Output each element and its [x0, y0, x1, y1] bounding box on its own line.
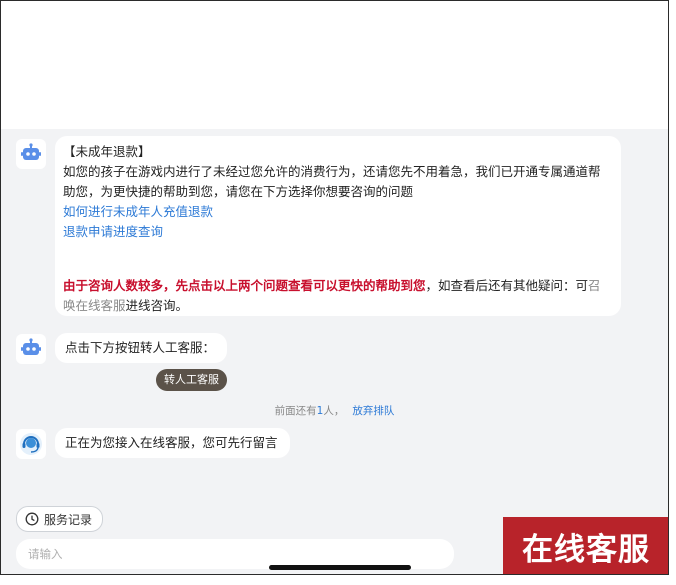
- refund-notice: 由于咨询人数较多，先点击以上两个问题查看可以更快的帮助到您，如查看后还有其他疑问…: [63, 276, 611, 316]
- notice-end-text: 进线咨询。: [125, 298, 189, 313]
- top-bar: [1, 1, 668, 129]
- service-history-button[interactable]: 服务记录: [16, 506, 104, 532]
- warning-text: 由于咨询人数较多，先点击以上两个问题查看可以更快的帮助到您: [63, 278, 426, 293]
- queue-prefix: 前面还有: [274, 405, 317, 417]
- agent-headset-icon: [20, 433, 42, 455]
- chat-window: 【未成年退款】 如您的孩子在游戏内进行了未经过您允许的消费行为，还请您先不用着急…: [0, 0, 669, 575]
- clock-icon: [25, 512, 39, 526]
- robot-avatar: [16, 334, 46, 364]
- refund-how-link[interactable]: 如何进行未成年人充值退款: [63, 202, 611, 222]
- transfer-prompt-message: 点击下方按钮转人工客服：: [55, 333, 228, 363]
- refund-title: 【未成年退款】: [63, 144, 151, 159]
- notice-after-text: ，如查看后还有其他疑问：可: [425, 278, 589, 293]
- online-service-banner: 在线客服: [503, 517, 668, 574]
- agent-avatar: [16, 429, 46, 459]
- abandon-queue-link[interactable]: 放弃排队: [352, 405, 394, 417]
- service-history-label: 服务记录: [44, 512, 93, 527]
- refund-body: 如您的孩子在游戏内进行了未经过您允许的消费行为，还请您先不用着急，我们已开通专属…: [63, 164, 601, 199]
- robot-avatar: [16, 139, 46, 169]
- robot-icon: [21, 338, 41, 355]
- robot-icon: [21, 143, 41, 160]
- refund-message: 【未成年退款】 如您的孩子在游戏内进行了未经过您允许的消费行为，还请您先不用着急…: [55, 136, 621, 316]
- transfer-to-agent-button[interactable]: 转人工客服: [156, 369, 227, 391]
- refund-progress-link[interactable]: 退款申请进度查询: [63, 222, 611, 242]
- queue-status: 前面还有1人， 放弃排队: [1, 403, 668, 418]
- home-indicator: [269, 565, 411, 570]
- connecting-message: 正在为您接入在线客服，您可先行留言: [55, 428, 290, 458]
- queue-suffix: 人，: [323, 405, 345, 417]
